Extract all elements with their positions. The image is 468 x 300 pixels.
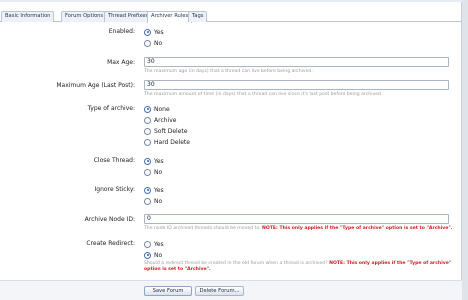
type-none-radio[interactable]: None [144, 104, 190, 114]
form-footer: Save Forum Delete Forum... [0, 280, 462, 300]
type-hard-delete-radio[interactable]: Hard Delete [144, 137, 190, 147]
tab-forum-options[interactable]: Forum Options [61, 11, 108, 22]
tab-thread-prefixes[interactable]: Thread Prefixes [104, 11, 153, 22]
radio-dot [144, 197, 151, 205]
radio-dot [144, 168, 151, 176]
max-age-last-post-input[interactable]: 30 [144, 80, 449, 90]
tab-bar: Basic Information Forum Options Thread P… [0, 11, 462, 23]
radio-dot [144, 138, 151, 146]
create-redirect-yes-radio[interactable]: Yes [144, 239, 451, 249]
label-enabled: Enabled: [108, 28, 135, 35]
label-create-redirect: Create Redirect: [86, 240, 135, 247]
radio-dot-selected [144, 105, 151, 113]
create-redirect-no-radio[interactable]: No [144, 250, 451, 260]
label-close-thread: Close Thread: [93, 157, 135, 164]
max-age-control: 30 The maximum age (in days) that a thre… [144, 57, 449, 74]
label-max-age-last-post: Maximum Age (Last Post): [56, 82, 135, 89]
enabled-radio-group: Yes No [144, 27, 164, 48]
close-thread-yes-radio[interactable]: Yes [144, 156, 164, 166]
delete-forum-button[interactable]: Delete Forum... [195, 286, 244, 296]
type-archive-radio[interactable]: Archive [144, 115, 190, 125]
label-type-of-archive: Type of archive: [87, 105, 135, 112]
forum-edit-panel: Basic Information Forum Options Thread P… [0, 0, 462, 300]
archive-node-id-input[interactable]: 0 [144, 214, 449, 224]
label-ignore-sticky: Ignore Sticky: [94, 186, 135, 193]
ignore-sticky-no-radio[interactable]: No [144, 196, 164, 206]
radio-dot-selected [144, 28, 151, 36]
max-age-last-post-hint: The maximum amount of time (in days) tha… [144, 92, 383, 97]
type-of-archive-radio-group: None Archive Soft Delete Hard Delete [144, 104, 190, 147]
max-age-input[interactable]: 30 [144, 57, 449, 67]
radio-dot [144, 127, 151, 135]
type-soft-delete-radio[interactable]: Soft Delete [144, 126, 190, 136]
radio-dot [144, 39, 151, 47]
tab-tags[interactable]: Tags [188, 11, 208, 22]
label-archive-node-id: Archive Node ID: [84, 216, 135, 223]
tab-archiver-rules[interactable]: Archiver Rules [147, 11, 193, 23]
archive-node-id-hint: The node ID archived threads should be m… [144, 226, 453, 231]
create-redirect-hint-cont: option is set to "Archive". [144, 267, 451, 273]
ignore-sticky-yes-radio[interactable]: Yes [144, 185, 164, 195]
tab-basic-information[interactable]: Basic Information [1, 11, 55, 22]
create-redirect-note-1: NOTE: This only applies if the "Type of … [329, 261, 452, 266]
max-age-last-post-control: 30 The maximum amount of time (in days) … [144, 80, 449, 97]
radio-dot [144, 116, 151, 124]
radio-dot [144, 240, 151, 248]
enabled-yes-radio[interactable]: Yes [144, 27, 164, 37]
save-forum-button[interactable]: Save Forum [144, 286, 192, 296]
close-thread-no-radio[interactable]: No [144, 167, 164, 177]
max-age-hint: The maximum age (in days) that a thread … [144, 69, 313, 74]
ignore-sticky-radio-group: Yes No [144, 185, 164, 206]
radio-dot-selected [144, 251, 151, 259]
enabled-no-radio[interactable]: No [144, 38, 164, 48]
top-strip [0, 0, 462, 2]
close-thread-radio-group: Yes No [144, 156, 164, 177]
radio-dot-selected [144, 157, 151, 165]
archive-node-id-note: NOTE: This only applies if the "Type of … [261, 226, 453, 231]
label-max-age: Max Age: [107, 59, 135, 66]
archive-node-id-control: 0 The node ID archived threads should be… [144, 214, 453, 231]
create-redirect-note-2: option is set to "Archive". [144, 267, 211, 272]
create-redirect-radio-group: Yes No Should a redirect thread be creat… [144, 239, 451, 273]
radio-dot-selected [144, 186, 151, 194]
